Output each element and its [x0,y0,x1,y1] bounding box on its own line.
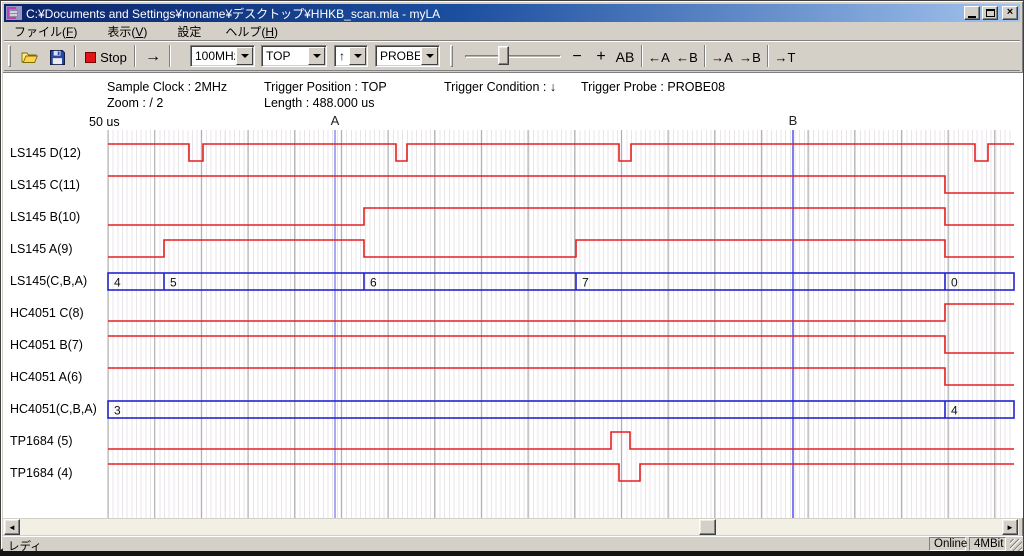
waveform-trace [108,368,1014,385]
scroll-left-button[interactable]: ◄ [4,519,20,535]
resize-grip[interactable] [1010,539,1022,551]
run-arrow-icon: → [145,48,161,66]
zoom-in-button[interactable]: + [590,45,612,69]
waveform-trace [108,336,1014,353]
sample-clock-value: 100MHz [191,49,235,63]
horizontal-scrollbar[interactable]: ◄ ► [3,519,1019,535]
arrow-left-icon: ◄ [8,523,16,532]
trigger-position-value: TOP [262,49,307,63]
waveform-trace [108,208,1014,225]
scrollbar-thumb[interactable] [699,519,716,535]
maximize-icon [986,9,995,17]
stop-button[interactable]: Stop [80,45,132,69]
slider-track [465,55,561,58]
toolbar-separator [704,45,706,67]
bus-value: 7 [582,276,589,290]
save-button[interactable] [44,45,70,69]
bus-value: 6 [370,276,377,290]
toolbar: Stop → 100MHz TOP ↑ PROBE00 − + AB ←A [4,42,1020,71]
toolbar-separator [641,45,643,67]
status-online-badge: Online [929,537,966,551]
bus-box [108,273,1014,290]
toolbar-grip[interactable] [8,45,11,67]
trigger-probe-value: PROBE00 [376,49,420,63]
bus-value: 4 [951,404,958,418]
scroll-right-button[interactable]: ► [1002,519,1018,535]
save-floppy-icon [50,50,65,65]
cursor-a-label: A [331,113,340,128]
goto-cursor-b-button[interactable]: ←B [673,45,701,69]
zoom-ab-button[interactable]: AB [612,45,638,69]
cursor-b-label: B [789,113,798,128]
toolbar-separator [134,45,136,67]
app-window: C:¥Documents and Settings¥noname¥デスクトップ¥… [0,0,1024,550]
bus-value: 5 [170,276,177,290]
window-title: C:¥Documents and Settings¥noname¥デスクトップ¥… [26,5,964,22]
toolbar-separator [169,45,171,67]
trigger-edge-combo[interactable]: ↑ [334,45,368,67]
status-bar: レディ Online 4MBit [3,536,1023,551]
waveform-client-area: Sample Clock : 2MHz Trigger Position : T… [3,72,1023,518]
app-icon [6,6,22,20]
bus-box [108,401,1014,418]
minimize-icon [968,16,976,18]
bus-value: 0 [951,276,958,290]
menu-help[interactable]: ヘルプ(H) [217,22,286,42]
status-memory-badge: 4MBit [969,537,1006,551]
chevron-down-icon[interactable] [421,47,438,65]
bus-value: 4 [114,276,121,290]
set-cursor-a-button[interactable]: →A [708,45,736,69]
chevron-down-icon[interactable] [236,47,253,65]
stop-icon [85,52,96,63]
waveform-trace [108,144,1014,161]
title-bar[interactable]: C:¥Documents and Settings¥noname¥デスクトップ¥… [4,4,1020,22]
waveform-trace [108,176,1014,193]
zoom-slider[interactable] [465,45,561,67]
minimize-button[interactable] [964,6,980,20]
waveform-plot[interactable]: A B 4 5 6 7 0 3 4 [3,73,1023,518]
trigger-probe-combo[interactable]: PROBE00 [375,45,440,67]
folder-open-icon [21,51,38,64]
toolbar-grip[interactable] [450,45,453,67]
menu-file[interactable]: ファイル(F) [6,22,85,42]
bus-value: 3 [114,404,121,418]
stop-label: Stop [100,50,127,65]
menu-view[interactable]: 表示(V) [99,22,155,42]
chevron-down-icon[interactable] [349,47,366,65]
toolbar-separator [767,45,769,67]
trigger-position-combo[interactable]: TOP [261,45,327,67]
toolbar-separator [74,45,76,67]
sample-clock-combo[interactable]: 100MHz [190,45,255,67]
menu-bar: ファイル(F) 表示(V) 設定 ヘルプ(H) [4,23,1020,41]
waveform-trace [108,304,1014,321]
goto-cursor-a-button[interactable]: ←A [645,45,673,69]
waveform-trace [108,464,1014,481]
trigger-edge-value: ↑ [335,49,348,63]
zoom-out-button[interactable]: − [566,45,588,69]
close-icon: × [1007,7,1013,18]
waveform-trace [108,432,1014,449]
desktop: { "titlebar": { "title": "C:¥Documents a… [0,0,1024,556]
maximize-button[interactable] [982,6,998,20]
arrow-right-icon: ► [1006,523,1014,532]
run-button[interactable]: → [140,45,166,69]
menu-settings[interactable]: 設定 [169,22,209,42]
close-button[interactable]: × [1002,6,1018,20]
goto-trigger-button[interactable]: →T [771,45,799,69]
chevron-down-icon[interactable] [308,47,325,65]
open-file-button[interactable] [16,45,42,69]
status-ready-text: レディ [8,538,42,554]
set-cursor-b-button[interactable]: →B [736,45,764,69]
slider-handle[interactable] [498,46,509,65]
waveform-trace [108,240,1014,257]
